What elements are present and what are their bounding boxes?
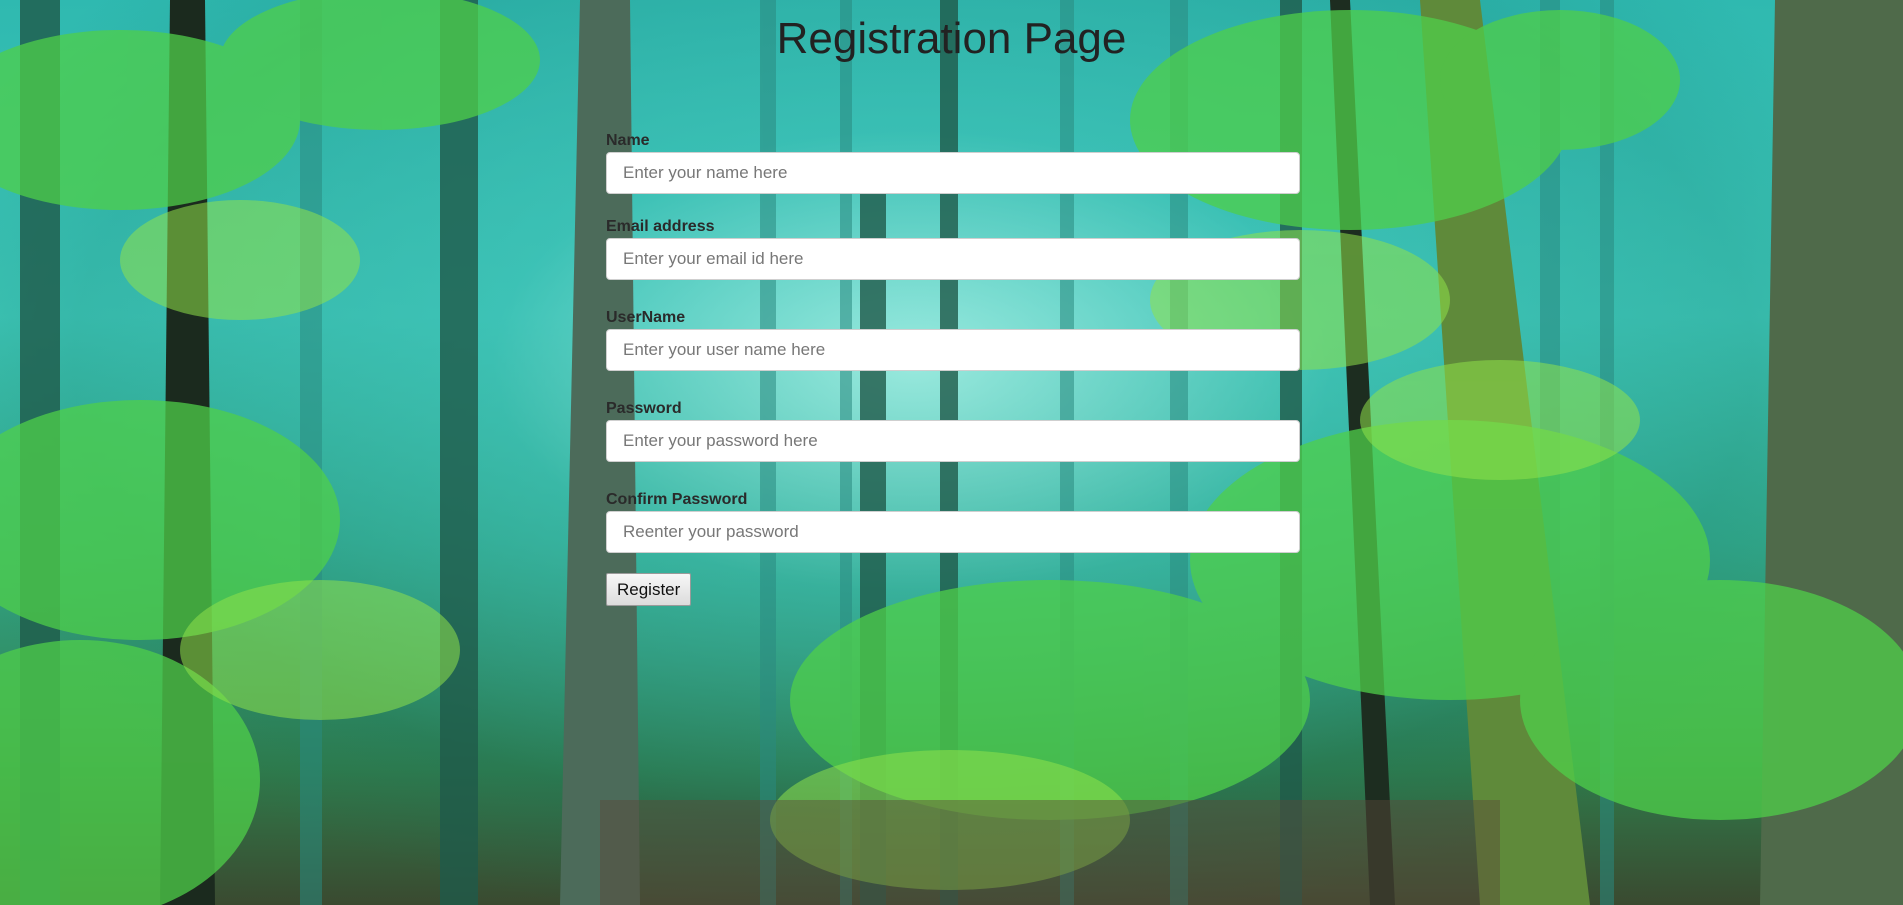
register-button[interactable]: Register (606, 573, 692, 606)
username-input[interactable] (606, 329, 1300, 371)
email-input[interactable] (606, 238, 1300, 280)
username-field-group: UserName (606, 307, 1300, 371)
password-field-group: Password (606, 398, 1300, 462)
confirm-password-label: Confirm Password (606, 491, 748, 508)
username-label: UserName (606, 309, 686, 326)
name-label: Name (606, 132, 650, 149)
confirm-password-input[interactable] (606, 511, 1300, 553)
name-input[interactable] (606, 152, 1300, 194)
page-title: Registration Page (776, 14, 1127, 63)
password-input[interactable] (606, 420, 1300, 462)
name-field-group: Name (606, 130, 1300, 194)
confirm-password-field-group: Confirm Password (606, 489, 1300, 553)
password-label: Password (606, 400, 682, 417)
email-label: Email address (606, 218, 715, 235)
email-field-group: Email address (606, 216, 1300, 280)
registration-form: Name Email address UserName Password Con… (606, 130, 1300, 606)
